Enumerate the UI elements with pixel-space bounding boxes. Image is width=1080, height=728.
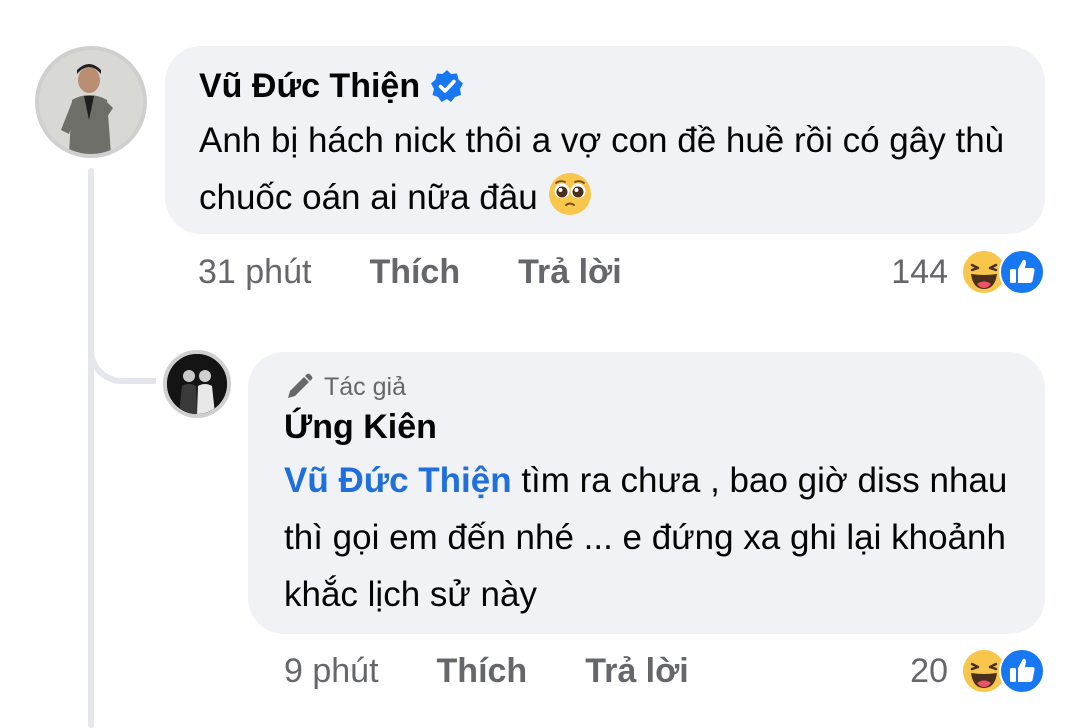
comment-author-name[interactable]: Vũ Đức Thiện	[199, 66, 420, 106]
comment-text: Anh bị hách nick thôi a vợ con đề huề rồ…	[199, 112, 1011, 226]
author-badge: Tác giả	[284, 370, 1009, 404]
verified-badge-icon	[430, 69, 464, 103]
comment-text-body: Anh bị hách nick thôi a vợ con đề huề rồ…	[199, 121, 1005, 217]
reply-timestamp[interactable]: 9 phút	[284, 652, 379, 691]
reply-like-button[interactable]: Thích	[437, 652, 528, 691]
reaction-count: 144	[891, 252, 948, 291]
reply-bubble: Tác giả Ứng Kiên Vũ Đức Thiện tìm ra chư…	[248, 352, 1045, 634]
author-badge-label: Tác giả	[324, 373, 406, 401]
pencil-icon	[284, 372, 314, 402]
mention-link[interactable]: Vũ Đức Thiện	[284, 461, 512, 500]
reply-avatar[interactable]	[163, 350, 231, 418]
pleading-face-icon	[547, 171, 593, 217]
reply-reaction-count: 20	[910, 651, 948, 690]
reply-button[interactable]: Trả lời	[518, 253, 622, 292]
avatar-person-image	[39, 50, 143, 154]
reply-reply-button[interactable]: Trả lời	[585, 652, 689, 691]
comment-timestamp[interactable]: 31 phút	[198, 253, 311, 292]
reply-author-name[interactable]: Ứng Kiên	[284, 406, 1009, 448]
like-reaction-icon	[998, 647, 1046, 695]
reaction-summary[interactable]: 144	[891, 248, 1046, 296]
avatar[interactable]	[35, 46, 147, 158]
avatar-duo-image	[167, 354, 227, 414]
reply-text: Vũ Đức Thiện tìm ra chưa , bao giờ diss …	[284, 452, 1009, 623]
comment-author-row: Vũ Đức Thiện	[199, 66, 1011, 106]
like-button[interactable]: Thích	[369, 253, 460, 292]
reply-reaction-summary[interactable]: 20	[910, 647, 1046, 695]
reply-actions: 9 phút Thích Trả lời	[284, 652, 689, 691]
comment-bubble: Vũ Đức Thiện Anh bị hách nick thôi a vợ …	[165, 46, 1045, 234]
thread-branch	[88, 300, 156, 384]
like-reaction-icon	[998, 248, 1046, 296]
thread-line	[88, 168, 94, 728]
comment-actions: 31 phút Thích Trả lời	[198, 253, 622, 292]
